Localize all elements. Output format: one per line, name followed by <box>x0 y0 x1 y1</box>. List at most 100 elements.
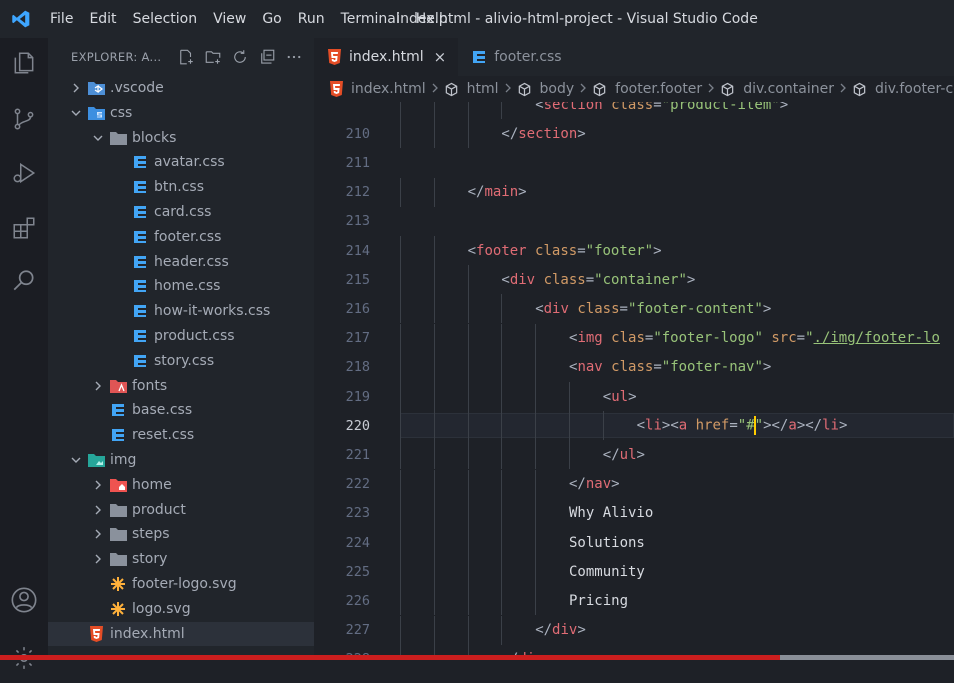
breadcrumb-item[interactable]: index.html <box>330 81 426 97</box>
code-token: a <box>788 417 797 434</box>
tab-index-html[interactable]: index.html × <box>314 38 459 76</box>
code-token: < <box>602 388 612 405</box>
svg-file-icon <box>109 600 127 618</box>
tree-folder-blocks[interactable]: blocks <box>48 126 314 150</box>
tree-folder-fonts[interactable]: fonts <box>48 374 314 398</box>
tab-footer-css[interactable]: footer.css <box>458 38 573 76</box>
tree-folder-css[interactable]: css <box>48 101 314 125</box>
breadcrumb-item[interactable]: div.container <box>720 81 834 97</box>
tree-file-footer-css[interactable]: footer.css <box>48 225 314 249</box>
code-token: " <box>754 417 764 434</box>
chevron-right-icon <box>90 526 106 542</box>
indent-guide <box>400 382 401 411</box>
css-file-icon <box>131 253 149 271</box>
vscode-logo-icon <box>0 0 42 38</box>
breadcrumb-separator-icon <box>707 81 715 97</box>
explorer-icon[interactable] <box>0 38 48 88</box>
source-control-icon[interactable] <box>0 94 48 144</box>
code-line: 212 </main> <box>314 177 954 207</box>
breadcrumb-label: div.container <box>743 81 834 97</box>
indent-guide <box>467 411 469 441</box>
tree-file-home-css[interactable]: home.css <box>48 274 314 298</box>
element-symbol-icon <box>517 82 536 97</box>
tree-file-base-css[interactable]: base.css <box>48 398 314 422</box>
code-token: Solutions <box>569 534 645 551</box>
code-token: = <box>585 271 595 288</box>
menu-run[interactable]: Run <box>290 0 333 38</box>
tree-folder-home[interactable]: home <box>48 473 314 497</box>
code-token: > <box>577 622 586 639</box>
tree-folder-product[interactable]: product <box>48 498 314 522</box>
breadcrumb-label: html <box>466 81 499 97</box>
code-token: class <box>535 242 578 259</box>
tree-file-story-css[interactable]: story.css <box>48 349 314 373</box>
line-number: 221 <box>345 446 370 463</box>
tree-file-reset-css[interactable]: reset.css <box>48 423 314 447</box>
new-file-icon[interactable] <box>177 48 195 66</box>
menu-go[interactable]: Go <box>254 0 289 38</box>
tree-file-btn-css[interactable]: btn.css <box>48 175 314 199</box>
close-icon[interactable]: × <box>434 48 447 66</box>
tree-folder-img[interactable]: img <box>48 448 314 472</box>
menu-selection[interactable]: Selection <box>125 0 206 38</box>
tree-folder-story[interactable]: story <box>48 547 314 571</box>
tree-file-index-html[interactable]: index.html <box>48 621 314 646</box>
tree-folder-steps[interactable]: steps <box>48 522 314 546</box>
code-line: 223 Why Alivio <box>314 498 954 528</box>
tree-file-how-it-works-css[interactable]: how-it-works.css <box>48 299 314 323</box>
breadcrumb-item[interactable]: html <box>444 81 499 97</box>
code-token: "footer" <box>585 242 654 259</box>
indent-guide <box>467 382 469 411</box>
breadcrumb-item[interactable]: body <box>517 81 574 97</box>
breadcrumb-item[interactable]: footer.footer <box>592 81 702 97</box>
code-token: class <box>611 359 654 376</box>
tree-file-avatar-css[interactable]: avatar.css <box>48 150 314 174</box>
indent-guide <box>535 440 537 470</box>
css-file-icon <box>109 426 127 444</box>
indent-guide <box>400 236 401 265</box>
new-folder-icon[interactable] <box>204 48 222 66</box>
tree-file-product-css[interactable]: product.css <box>48 324 314 348</box>
line-number: 211 <box>345 154 370 171</box>
tree-file-header-css[interactable]: header.css <box>48 250 314 274</box>
folder-icon <box>109 129 127 147</box>
account-icon[interactable] <box>0 575 48 625</box>
code-token: ul <box>619 446 637 463</box>
code-token: img <box>577 330 603 347</box>
code-token: </ <box>569 476 586 493</box>
code-token: section <box>543 102 603 113</box>
chevron-right-icon <box>90 378 106 394</box>
breadcrumb-item[interactable]: div.footer-conten <box>852 81 954 97</box>
code-token: li <box>822 417 839 434</box>
line-number: 219 <box>345 388 370 405</box>
menu-view[interactable]: View <box>205 0 254 38</box>
tree-item-label: header.css <box>154 253 229 270</box>
code-token: li <box>645 417 662 434</box>
breadcrumb-separator-icon <box>504 81 512 97</box>
tree-folder-vscode[interactable]: .vscode <box>48 76 314 100</box>
more-actions-icon[interactable] <box>285 48 303 66</box>
extensions-icon[interactable] <box>0 203 48 253</box>
indent-guide <box>433 294 435 324</box>
search-icon[interactable] <box>0 256 48 306</box>
tree-file-footer-logo-svg[interactable]: footer-logo.svg <box>48 572 314 596</box>
tree-item-label: home.css <box>154 278 221 295</box>
tree-item-label: product.css <box>154 328 235 344</box>
code-editor[interactable]: <section class="product-item"> 210 </secti… <box>314 102 954 660</box>
tree-file-card-css[interactable]: card.css <box>48 200 314 224</box>
menu-help[interactable]: Help <box>408 0 456 38</box>
collapse-all-icon[interactable] <box>258 48 276 66</box>
tree-file-logo-svg[interactable]: logo.svg <box>48 597 314 621</box>
indent-guide <box>433 586 435 616</box>
menu-edit[interactable]: Edit <box>81 0 124 38</box>
run-debug-icon[interactable] <box>0 148 48 198</box>
indent-guide <box>501 294 503 324</box>
menu-file[interactable]: File <box>42 0 81 38</box>
menu-terminal[interactable]: Terminal <box>333 0 408 38</box>
editor-tabs: index.html × footer.css <box>314 38 954 76</box>
refresh-icon[interactable] <box>231 48 249 66</box>
